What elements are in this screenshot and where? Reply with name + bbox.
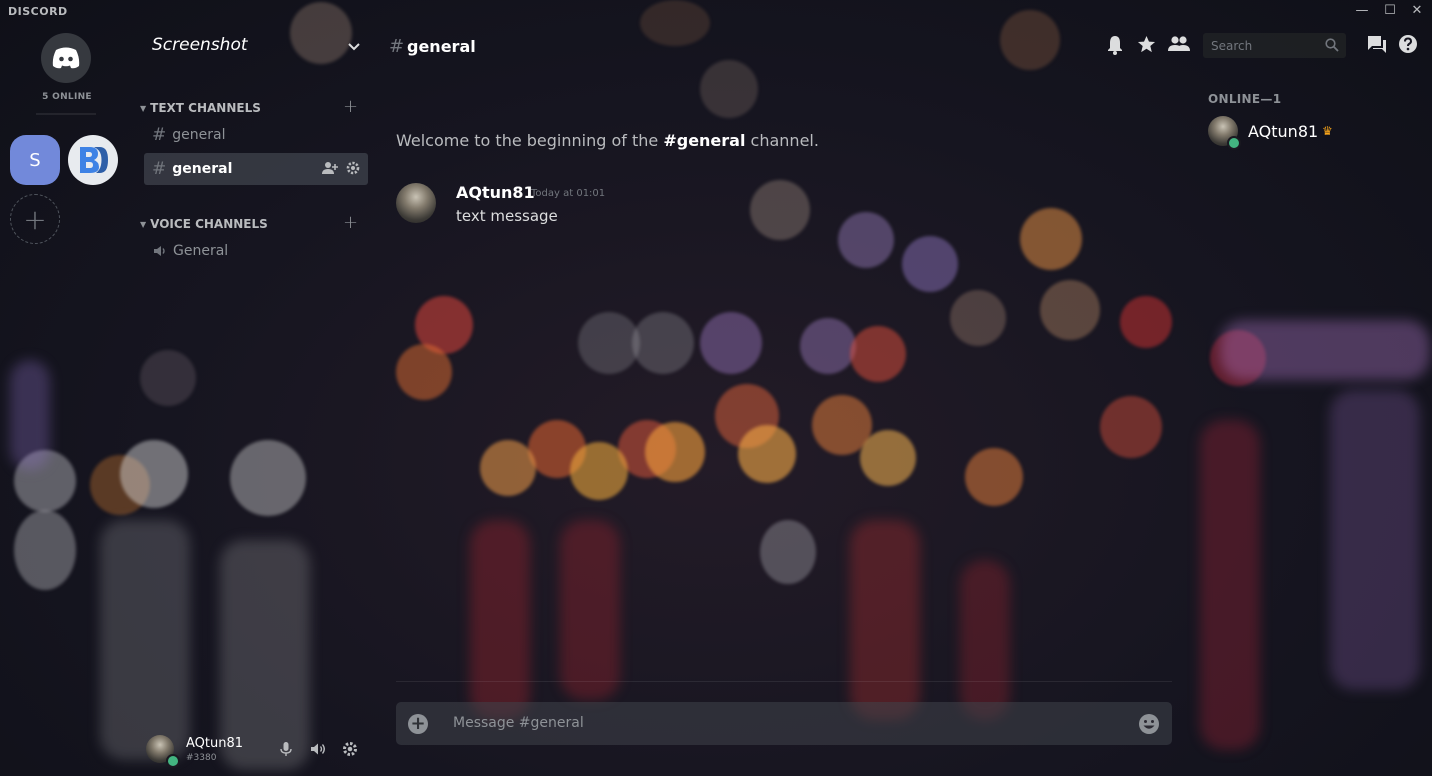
channel-item-general[interactable]: # general xyxy=(144,119,368,151)
add-voice-channel-icon[interactable]: + xyxy=(343,212,358,233)
user-settings-gear-icon[interactable] xyxy=(342,741,358,757)
rail-divider xyxy=(36,113,96,115)
upload-plus-icon[interactable]: + xyxy=(408,714,428,734)
collapse-arrow-icon: ▼ xyxy=(140,220,147,229)
user-tag: #3380 xyxy=(186,753,217,763)
message-timestamp: Today at 01:01 xyxy=(531,188,606,199)
header-hash-icon: # xyxy=(389,36,405,57)
close-button[interactable]: ✕ xyxy=(1408,3,1426,19)
channel-label: general xyxy=(172,161,233,177)
members-online-header: ONLINE—1 xyxy=(1208,92,1282,106)
search-box[interactable] xyxy=(1203,33,1346,58)
chevron-down-icon[interactable] xyxy=(346,38,362,54)
search-icon xyxy=(1325,38,1339,52)
minimize-button[interactable]: — xyxy=(1353,3,1371,19)
title-bar: DISCORD — ☐ ✕ xyxy=(0,0,1432,22)
user-name: AQtun81 xyxy=(186,736,244,751)
message-composer[interactable]: + xyxy=(396,702,1172,745)
search-input[interactable] xyxy=(1209,38,1323,54)
server-icon-bd[interactable] xyxy=(68,135,118,185)
category-label: TEXT CHANNELS xyxy=(150,101,261,115)
category-voice-channels[interactable]: ▼ VOICE CHANNELS xyxy=(140,217,268,231)
emoji-icon[interactable] xyxy=(1138,713,1160,735)
composer-divider xyxy=(396,681,1172,682)
message-avatar[interactable] xyxy=(396,183,436,223)
home-button[interactable] xyxy=(41,33,91,83)
message-text: text message xyxy=(456,207,558,225)
headphones-speaker-icon[interactable] xyxy=(310,742,326,756)
crown-icon: ♛ xyxy=(1322,124,1333,138)
channel-item-general-active[interactable]: # general xyxy=(144,153,368,185)
pinned-star-icon[interactable] xyxy=(1137,35,1156,54)
welcome-channel-name: #general xyxy=(663,131,746,150)
create-invite-icon[interactable] xyxy=(322,161,338,175)
category-text-channels[interactable]: ▼ TEXT CHANNELS xyxy=(140,101,261,115)
guild-name[interactable]: Screenshot xyxy=(152,35,248,55)
inbox-icon[interactable] xyxy=(1367,35,1387,53)
collapse-arrow-icon: ▼ xyxy=(140,104,147,113)
online-status-dot xyxy=(1227,136,1241,150)
add-server-button[interactable]: + xyxy=(10,194,60,244)
app-logo-text: DISCORD xyxy=(8,5,68,18)
message-author[interactable]: AQtun81 xyxy=(456,183,535,202)
voice-channel-general[interactable]: General xyxy=(144,235,368,267)
help-icon[interactable] xyxy=(1398,34,1418,54)
add-text-channel-icon[interactable]: + xyxy=(343,96,358,117)
online-count: 5 ONLINE xyxy=(42,92,92,102)
server-icon-s[interactable]: S xyxy=(10,135,60,185)
channel-title: general xyxy=(407,37,476,56)
category-label: VOICE CHANNELS xyxy=(150,217,268,231)
bell-icon[interactable] xyxy=(1106,35,1124,55)
microphone-icon[interactable] xyxy=(280,741,292,757)
speaker-icon xyxy=(154,246,165,256)
hash-icon: # xyxy=(152,125,167,145)
channel-welcome-text: Welcome to the beginning of the #general… xyxy=(396,131,819,150)
gear-icon[interactable] xyxy=(346,161,360,175)
betterdiscord-logo-icon xyxy=(80,147,108,173)
member-name: AQtun81 xyxy=(1248,122,1319,141)
channel-label: General xyxy=(173,243,229,259)
member-list-icon[interactable] xyxy=(1168,35,1190,53)
hash-icon: # xyxy=(152,159,167,179)
channel-label: general xyxy=(172,127,226,143)
online-status-dot xyxy=(166,754,180,768)
maximize-button[interactable]: ☐ xyxy=(1381,3,1399,19)
message-input[interactable] xyxy=(451,714,1095,732)
discord-logo-icon xyxy=(52,47,80,69)
